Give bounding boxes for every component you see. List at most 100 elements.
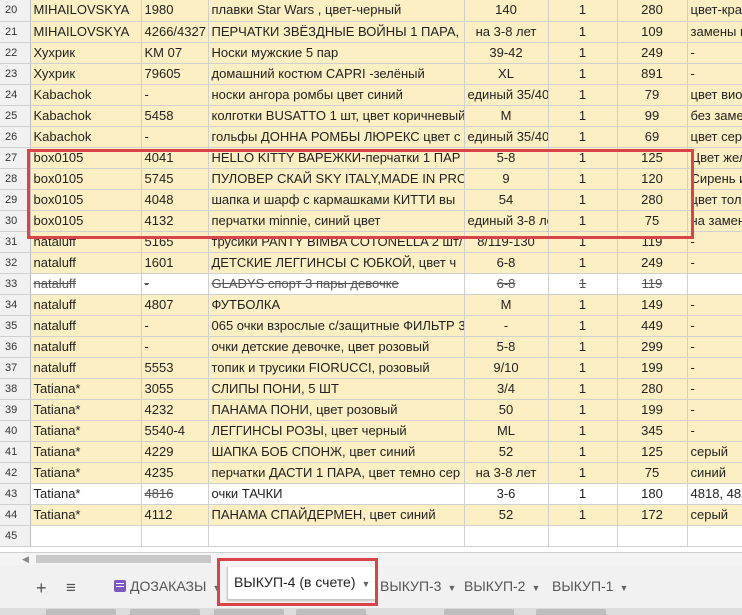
tab-vykup-4[interactable]: ВЫКУП-4 (в счете) ▼	[227, 567, 378, 600]
row-number[interactable]: 30	[0, 210, 31, 232]
row-number[interactable]: 28	[0, 168, 31, 190]
cell-e[interactable]: 1	[548, 21, 618, 43]
row-number[interactable]: 34	[0, 294, 31, 316]
cell-c[interactable]: шапка и шарф с кармашками КИТТИ вы	[208, 189, 465, 211]
cell-a[interactable]: nataluff	[30, 273, 142, 295]
add-sheet-icon[interactable]: +	[36, 578, 47, 599]
cell-a[interactable]: Хухрик	[30, 63, 142, 85]
cell-g[interactable]: -	[687, 336, 742, 358]
cell-c[interactable]: перчатки minnie, синий цвет	[208, 210, 465, 232]
scrollbar-thumb[interactable]	[36, 555, 211, 563]
cell-d[interactable]: -	[464, 315, 549, 337]
cell-b[interactable]: 4232	[141, 399, 209, 421]
cell-a[interactable]: nataluff	[30, 357, 142, 379]
tab-vykup-1[interactable]: ВЫКУП-1 ▼	[546, 571, 634, 601]
cell-f[interactable]: 99	[617, 105, 688, 127]
row-number[interactable]: 37	[0, 357, 31, 379]
tab-vykup-3[interactable]: ВЫКУП-3 ▼	[374, 571, 462, 601]
cell-a[interactable]: nataluff	[30, 315, 142, 337]
cell-c[interactable]: GLADYS спорт 3 пары девочке	[208, 273, 465, 295]
chevron-down-icon[interactable]: ▼	[531, 583, 540, 593]
cell-b[interactable]: 1601	[141, 252, 209, 274]
cell-e[interactable]: 1	[548, 483, 618, 505]
cell-g[interactable]: цвет виол	[687, 84, 742, 106]
cell-g[interactable]: на замен	[687, 210, 742, 232]
cell-d[interactable]: 8/119-130	[464, 231, 549, 253]
cell-b[interactable]: 5540-4	[141, 420, 209, 442]
cell-g[interactable]: замены н	[687, 21, 742, 43]
row-number[interactable]: 45	[0, 525, 31, 547]
cell-b[interactable]: -	[141, 84, 209, 106]
cell-b[interactable]: 79605	[141, 63, 209, 85]
cell-e[interactable]: 1	[548, 399, 618, 421]
cell-d[interactable]: единый 35/40	[464, 126, 549, 148]
cell-d[interactable]: 140	[464, 0, 549, 22]
cell-e[interactable]: 1	[548, 147, 618, 169]
cell-c[interactable]: ШАПКА БОБ СПОНЖ, цвет синий	[208, 441, 465, 463]
cell-g[interactable]	[687, 273, 742, 295]
taskbar-button[interactable]	[46, 609, 116, 615]
cell-b[interactable]: 4041	[141, 147, 209, 169]
row-number[interactable]: 42	[0, 462, 31, 484]
row-number[interactable]: 29	[0, 189, 31, 211]
cell-g[interactable]: без заме	[687, 105, 742, 127]
cell-g[interactable]	[687, 525, 742, 547]
cell-d[interactable]	[464, 525, 549, 547]
cell-d[interactable]: 52	[464, 441, 549, 463]
row-number[interactable]: 39	[0, 399, 31, 421]
cell-f[interactable]: 79	[617, 84, 688, 106]
cell-e[interactable]: 1	[548, 42, 618, 64]
cell-a[interactable]: Tatiana*	[30, 504, 142, 526]
cell-f[interactable]: 199	[617, 399, 688, 421]
row-number[interactable]: 24	[0, 84, 31, 106]
cell-c[interactable]: очки ТАЧКИ	[208, 483, 465, 505]
row-number[interactable]: 44	[0, 504, 31, 526]
taskbar-button[interactable]	[296, 609, 366, 615]
row-number[interactable]: 27	[0, 147, 31, 169]
cell-g[interactable]: Сирень и	[687, 168, 742, 190]
cell-g[interactable]: -	[687, 399, 742, 421]
taskbar-button[interactable]	[444, 609, 514, 615]
cell-e[interactable]	[548, 525, 618, 547]
row-number[interactable]: 38	[0, 378, 31, 400]
cell-e[interactable]: 1	[548, 105, 618, 127]
cell-d[interactable]: 9	[464, 168, 549, 190]
cell-e[interactable]: 1	[548, 273, 618, 295]
cell-f[interactable]: 180	[617, 483, 688, 505]
row-number[interactable]: 41	[0, 441, 31, 463]
cell-a[interactable]: Tatiana*	[30, 462, 142, 484]
cell-c[interactable]: СЛИПЫ ПОНИ, 5 ШТ	[208, 378, 465, 400]
cell-b[interactable]: -	[141, 273, 209, 295]
cell-d[interactable]: 9/10	[464, 357, 549, 379]
cell-g[interactable]: -	[687, 63, 742, 85]
cell-a[interactable]: MIHAILOVSKYA	[30, 21, 142, 43]
cell-e[interactable]: 1	[548, 0, 618, 22]
cell-c[interactable]: трусики PANTY BIMBA COTONELLA 2 шт/	[208, 231, 465, 253]
taskbar-button[interactable]	[130, 609, 200, 615]
cell-f[interactable]: 172	[617, 504, 688, 526]
cell-e[interactable]: 1	[548, 252, 618, 274]
cell-c[interactable]: очки детские девочке, цвет розовый	[208, 336, 465, 358]
row-number[interactable]: 22	[0, 42, 31, 64]
cell-b[interactable]: 4112	[141, 504, 209, 526]
cell-d[interactable]: XL	[464, 63, 549, 85]
cell-e[interactable]: 1	[548, 63, 618, 85]
cell-e[interactable]: 1	[548, 315, 618, 337]
cell-c[interactable]: ФУТБОЛКА	[208, 294, 465, 316]
chevron-down-icon[interactable]: ▼	[619, 583, 628, 593]
cell-f[interactable]: 280	[617, 0, 688, 22]
cell-f[interactable]: 120	[617, 168, 688, 190]
cell-a[interactable]: Kabachok	[30, 84, 142, 106]
cell-g[interactable]: серый	[687, 504, 742, 526]
row-number[interactable]: 26	[0, 126, 31, 148]
cell-e[interactable]: 1	[548, 504, 618, 526]
cell-b[interactable]: 4816	[141, 483, 209, 505]
cell-f[interactable]: 199	[617, 357, 688, 379]
cell-b[interactable]: 4266/4327	[141, 21, 209, 43]
cell-a[interactable]: box0105	[30, 189, 142, 211]
cell-e[interactable]: 1	[548, 126, 618, 148]
cell-a[interactable]: Kabachok	[30, 126, 142, 148]
cell-e[interactable]: 1	[548, 357, 618, 379]
cell-a[interactable]: Tatiana*	[30, 399, 142, 421]
cell-e[interactable]: 1	[548, 168, 618, 190]
